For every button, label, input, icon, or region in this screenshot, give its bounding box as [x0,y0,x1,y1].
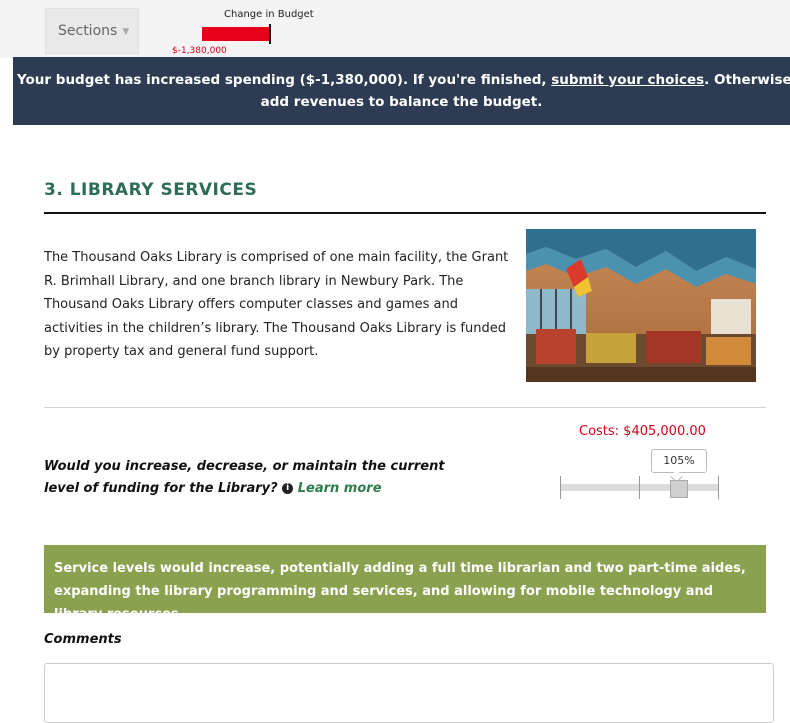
sections-dropdown[interactable]: Sections ▼ [45,8,139,54]
banner-text-mid: . Otherwise, cut activities or [704,72,790,88]
comments-label: Comments [44,632,122,647]
comments-textarea[interactable] [44,663,774,723]
section-description: The Thousand Oaks Library is comprised o… [44,250,509,359]
budget-status-banner: Your budget has increased spending ($-1,… [13,57,790,125]
outcome-message: Service levels would increase, potential… [44,545,766,622]
library-photo [526,229,756,382]
funding-slider-handle[interactable] [670,480,688,498]
chevron-down-icon: ▼ [122,27,130,37]
submit-choices-link[interactable]: submit your choices [551,72,704,88]
slider-value-tooltip: 105% [651,449,707,473]
funding-question: Would you increase, decrease, or maintai… [44,456,474,500]
funding-question-text: Would you increase, decrease, or maintai… [44,459,445,496]
banner-text-end: add revenues to balance the budget. [260,94,543,110]
title-divider [44,212,766,214]
budget-chart-title: Change in Budget [224,9,314,20]
sections-label: Sections [58,23,118,39]
slider-tick-max [718,476,719,499]
info-icon[interactable]: i [282,483,294,494]
section-divider [44,407,766,408]
budget-zero-line [269,24,271,44]
section-title: 3. LIBRARY SERVICES [44,180,258,200]
costs-label: Costs: $405,000.00 [579,424,706,439]
top-bar: Sections ▼ Change in Budget $-1,380,000 [0,0,790,58]
slider-tick-min [560,476,561,499]
slider-tick-current [639,476,640,499]
budget-change-bar [202,27,270,41]
banner-text-start: Your budget has increased spending ($-1,… [17,72,547,88]
budget-change-value: $-1,380,000 [172,46,227,56]
learn-more-link[interactable]: Learn more [298,481,382,496]
